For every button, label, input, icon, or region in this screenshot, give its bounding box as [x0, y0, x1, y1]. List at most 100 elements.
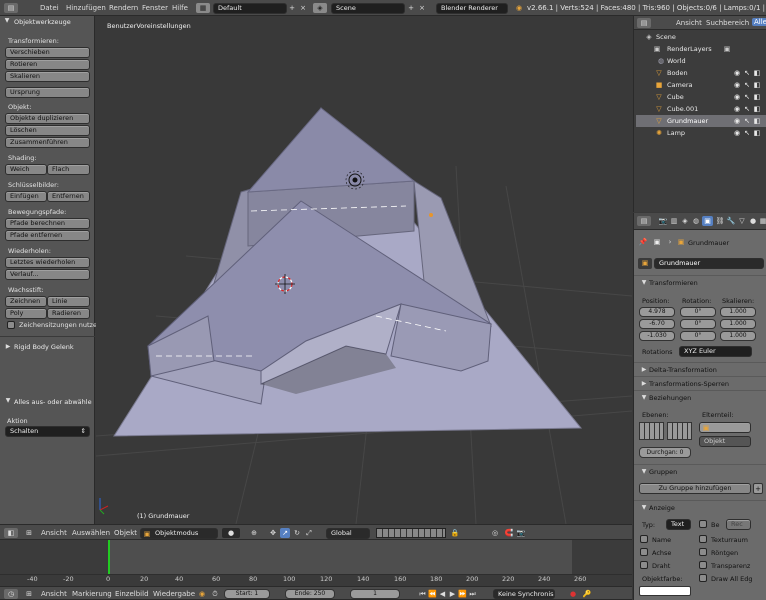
rigid-body-panel[interactable]: Rigid Body Gelenk [14, 343, 74, 351]
manipulator-toggle-icon[interactable]: ✥ [268, 528, 278, 538]
scale-manipulator-icon[interactable]: ⤢ [304, 528, 314, 538]
outliner-view-menu[interactable]: Ansicht [676, 19, 702, 27]
pin-icon[interactable]: 📌 [638, 237, 648, 247]
preview-range-icon[interactable]: ⏱ [210, 589, 220, 599]
outliner-row-boden[interactable]: ▽ Boden ◉ ↖ ◧ [636, 67, 766, 79]
layout-field[interactable]: Default [213, 3, 287, 14]
layout-icon[interactable]: ▦ [196, 3, 210, 13]
editor-type-icon[interactable]: ▤ [4, 3, 18, 13]
snap-icon[interactable]: 🧲 [504, 528, 514, 538]
record-icon[interactable]: ● [568, 589, 578, 599]
menu-file[interactable]: Datei [40, 4, 59, 12]
parent-field[interactable]: ▣ [699, 422, 751, 433]
outliner-row-grundmauer[interactable]: ▽ Grundmauer ◉ ↖ ◧ [636, 115, 766, 127]
play-icon[interactable]: ▶ [448, 589, 457, 599]
draw-button[interactable]: Zeichnen [5, 296, 47, 307]
delete-button[interactable]: Löschen [5, 125, 90, 136]
relations-panel-header[interactable]: ▼ Beziehungen [634, 390, 766, 404]
action-select[interactable]: Schalten ⇕ [5, 426, 90, 437]
lock-layers-icon[interactable]: 🔒 [450, 528, 460, 538]
rigid-body-arrow-icon[interactable]: ▶ [4, 342, 12, 352]
start-frame-field[interactable]: Start: 1 [224, 589, 270, 599]
scale-z-field[interactable]: 1.000 [720, 331, 756, 341]
keyframe-set-icon[interactable]: 🔑 [582, 589, 592, 599]
view3d-editor-icon[interactable]: ◧ [4, 528, 18, 538]
current-frame-field[interactable]: 1 [350, 589, 400, 599]
eye-icon[interactable]: ◉ [732, 128, 742, 138]
layer-grid-2[interactable] [667, 422, 692, 440]
move-button[interactable]: Verschieben [5, 47, 90, 58]
insert-keyframe-button[interactable]: Einfügen [5, 191, 47, 202]
viewport-shading-icon[interactable]: ● [222, 528, 240, 538]
play-reverse-icon[interactable]: ◀ [438, 589, 447, 599]
menu-render[interactable]: Rendern [109, 4, 138, 12]
transparency-checkbox[interactable] [699, 561, 707, 569]
view3d-view-menu[interactable]: Ansicht [41, 529, 67, 537]
eye-icon[interactable]: ◉ [732, 80, 742, 90]
transform-panel-header[interactable]: ▼ Transformieren [634, 275, 766, 289]
scene-layers-grid[interactable] [376, 528, 446, 538]
timeline-frame-menu[interactable]: Einzelbild [115, 590, 149, 598]
sketch-sessions-checkbox[interactable] [7, 321, 15, 329]
scene-field[interactable]: Scene [331, 3, 405, 14]
cursor-select-icon[interactable]: ↖ [742, 68, 752, 78]
object-tab-icon[interactable]: ▣ [702, 216, 713, 226]
render-tab-icon[interactable]: 📷 [658, 216, 668, 226]
position-x-field[interactable]: 4.978 [639, 307, 675, 317]
view3d-object-menu[interactable]: Objekt [114, 529, 137, 537]
end-frame-field[interactable]: Ende: 250 [285, 589, 335, 599]
world-tab-icon[interactable]: ◍ [691, 216, 701, 226]
viewport-3d[interactable]: BenutzerVoreinstellungen (1) Grundmauer [96, 16, 632, 524]
timeline-marker-menu[interactable]: Markierung [72, 590, 112, 598]
name-checkbox[interactable] [640, 535, 648, 543]
eye-icon[interactable]: ◉ [732, 104, 742, 114]
duplicate-button[interactable]: Objekte duplizieren [5, 113, 90, 124]
layers-tab-icon[interactable]: ▥ [669, 216, 679, 226]
scene-icon[interactable]: ◈ [313, 3, 327, 13]
rotation-z-field[interactable]: 0° [680, 331, 716, 341]
calculate-paths-button[interactable]: Pfade berechnen [5, 218, 90, 229]
timeline-editor-icon[interactable]: ◷ [4, 589, 18, 599]
wire-checkbox[interactable] [640, 561, 648, 569]
render-camera-icon[interactable]: ◧ [752, 92, 762, 102]
draw-all-edges-checkbox[interactable] [699, 574, 707, 582]
mode-select[interactable]: ▣ Objektmodus [140, 528, 218, 539]
scene-tab-icon[interactable]: ◈ [680, 216, 690, 226]
sync-mode-select[interactable]: Keine Synchronisa [493, 589, 555, 599]
operator-arrow-icon[interactable]: ▼ [4, 396, 12, 406]
scene-close-icon[interactable]: × [417, 3, 427, 13]
layout-add-icon[interactable]: + [287, 3, 297, 13]
render-camera-icon[interactable]: ◧ [752, 128, 762, 138]
object-name-field[interactable]: Grundmauer [654, 258, 764, 269]
scene-add-icon[interactable]: + [406, 3, 416, 13]
layout-close-icon[interactable]: × [298, 3, 308, 13]
outliner-row-scene[interactable]: ◈ Scene [636, 31, 766, 43]
jump-end-icon[interactable]: ⏭ [468, 589, 477, 599]
prev-keyframe-icon[interactable]: ⏪ [428, 589, 437, 599]
object-datablock-icon[interactable]: ▣ [638, 258, 652, 269]
scale-y-field[interactable]: 1.000 [720, 319, 756, 329]
texture-tab-icon[interactable]: ▦ [758, 216, 766, 226]
clear-paths-button[interactable]: Pfade entfernen [5, 230, 90, 241]
cursor-select-icon[interactable]: ↖ [742, 128, 752, 138]
texture-space-checkbox[interactable] [699, 535, 707, 543]
eye-icon[interactable]: ◉ [732, 116, 742, 126]
remove-keyframe-button[interactable]: Entfernen [47, 191, 90, 202]
cursor-select-icon[interactable]: ↖ [742, 116, 752, 126]
rotate-manipulator-icon[interactable]: ↻ [292, 528, 302, 538]
outliner-row-cube001[interactable]: ▽ Cube.001 ◉ ↖ ◧ [636, 103, 766, 115]
render-camera-icon[interactable]: ◧ [752, 116, 762, 126]
pivot-point-icon[interactable]: ⊕ [245, 528, 263, 538]
cursor-select-icon[interactable]: ↖ [742, 104, 752, 114]
line-button[interactable]: Linie [47, 296, 90, 307]
timeline-playback-menu[interactable]: Wiedergabe [153, 590, 195, 598]
header-collapse-icon[interactable]: ⊞ [24, 589, 34, 599]
eye-icon[interactable]: ◉ [732, 68, 742, 78]
shade-flat-button[interactable]: Flach [47, 164, 90, 175]
origin-button[interactable]: Ursprung [5, 87, 90, 98]
xray-checkbox[interactable] [699, 548, 707, 556]
timeline-view-menu[interactable]: Ansicht [41, 590, 67, 598]
render-preview-icon[interactable]: 📷 [516, 528, 526, 538]
layer-grid-1[interactable] [639, 422, 664, 440]
outliner-row-world[interactable]: ◍ World [636, 55, 766, 67]
